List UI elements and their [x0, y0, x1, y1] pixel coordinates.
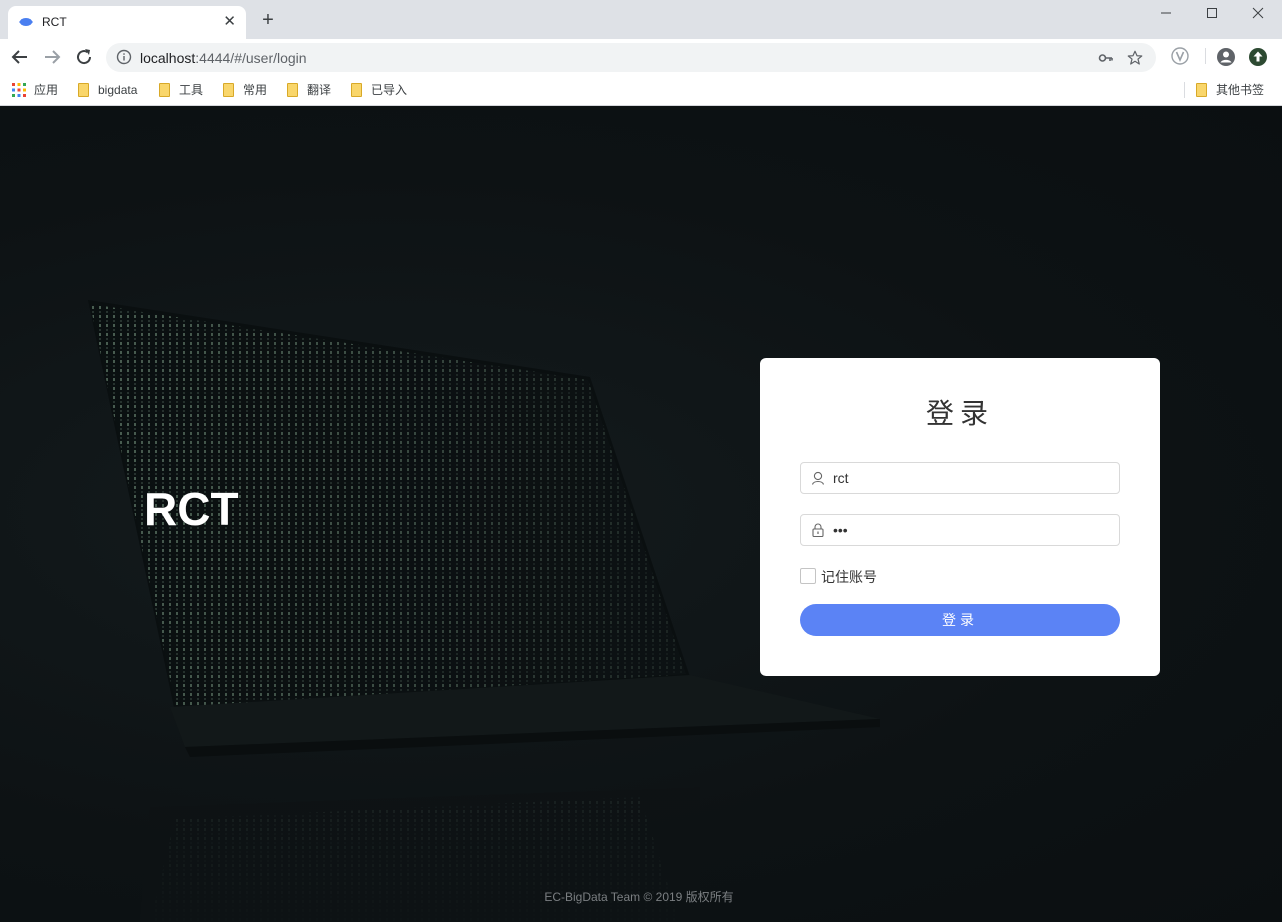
back-arrow-icon[interactable] [8, 45, 32, 69]
bookmark-label: bigdata [98, 83, 138, 97]
login-card: 登录 rct ••• 记住账号 登录 [760, 358, 1160, 676]
folder-icon [351, 83, 362, 97]
bookmark-label: 翻译 [307, 83, 332, 97]
brand-title: RCT [144, 483, 239, 535]
profile-avatar-icon[interactable] [1216, 47, 1236, 67]
bookmarks-divider [1184, 82, 1185, 98]
folder-icon [78, 83, 89, 97]
browser-titlebar: RCT ✕ + [0, 0, 1282, 39]
forward-arrow-icon[interactable] [40, 45, 64, 69]
tab-title: RCT [42, 15, 67, 29]
remember-checkbox[interactable] [800, 568, 816, 584]
bookmark-folder-translate[interactable]: 翻译 [287, 81, 331, 99]
tab-favicon-icon [19, 18, 33, 26]
bookmark-label: 应用 [34, 83, 59, 97]
remember-label: 记住账号 [821, 569, 877, 585]
username-value: rct [833, 470, 849, 486]
bookmark-folder-other[interactable]: 其他书签 [1196, 81, 1264, 99]
bookmark-folder-imported[interactable]: 已导入 [351, 81, 407, 99]
update-arrow-icon[interactable] [1248, 47, 1268, 67]
bookmark-label: 常用 [243, 83, 268, 97]
bookmark-folder-tools[interactable]: 工具 [159, 81, 203, 99]
bookmark-folder-common[interactable]: 常用 [223, 81, 267, 99]
url-text[interactable]: localhost:4444/#/user/login [140, 50, 307, 66]
password-key-icon[interactable] [1098, 50, 1114, 66]
bookmarks-bar: 应用 bigdata 工具 常用 翻译 已导入 其他书签 [0, 75, 1282, 106]
browser-tab[interactable]: RCT ✕ [8, 6, 246, 39]
toolbar-divider [1205, 48, 1206, 64]
user-icon [811, 471, 825, 485]
new-tab-icon[interactable]: + [257, 9, 279, 31]
bookmark-star-icon[interactable] [1126, 49, 1144, 67]
lock-icon [812, 523, 824, 537]
bookmark-label: 工具 [179, 83, 204, 97]
site-info-icon[interactable] [116, 49, 132, 65]
password-value: ••• [833, 522, 848, 538]
bookmark-folder-bigdata[interactable]: bigdata [78, 81, 137, 99]
tab-close-icon[interactable]: ✕ [223, 12, 236, 32]
bookmark-apps[interactable]: 应用 [12, 81, 58, 99]
window-minimize-icon[interactable] [1143, 2, 1189, 24]
folder-icon [1196, 83, 1207, 97]
login-title: 登录 [925, 398, 994, 429]
extension-v-icon[interactable] [1170, 46, 1190, 66]
copyright-footer: EC-BigData Team © 2019 版权所有 [544, 890, 734, 904]
window-maximize-icon[interactable] [1189, 2, 1235, 24]
apps-grid-icon [12, 83, 26, 97]
window-close-icon[interactable] [1235, 2, 1281, 24]
bookmark-label: 其他书签 [1216, 83, 1265, 97]
bookmark-label: 已导入 [371, 83, 408, 97]
address-bar[interactable]: localhost:4444/#/user/login [106, 43, 1156, 72]
login-page: RCT 登录 rct ••• 记住账号 登录 EC-BigData Team ©… [0, 107, 1282, 922]
password-input[interactable]: ••• [800, 514, 1120, 546]
folder-icon [287, 83, 298, 97]
username-input[interactable]: rct [800, 462, 1120, 494]
folder-icon [223, 83, 234, 97]
folder-icon [159, 83, 170, 97]
browser-toolbar: localhost:4444/#/user/login [0, 39, 1282, 75]
login-button[interactable]: 登录 [800, 604, 1120, 636]
reload-icon[interactable] [72, 45, 96, 69]
